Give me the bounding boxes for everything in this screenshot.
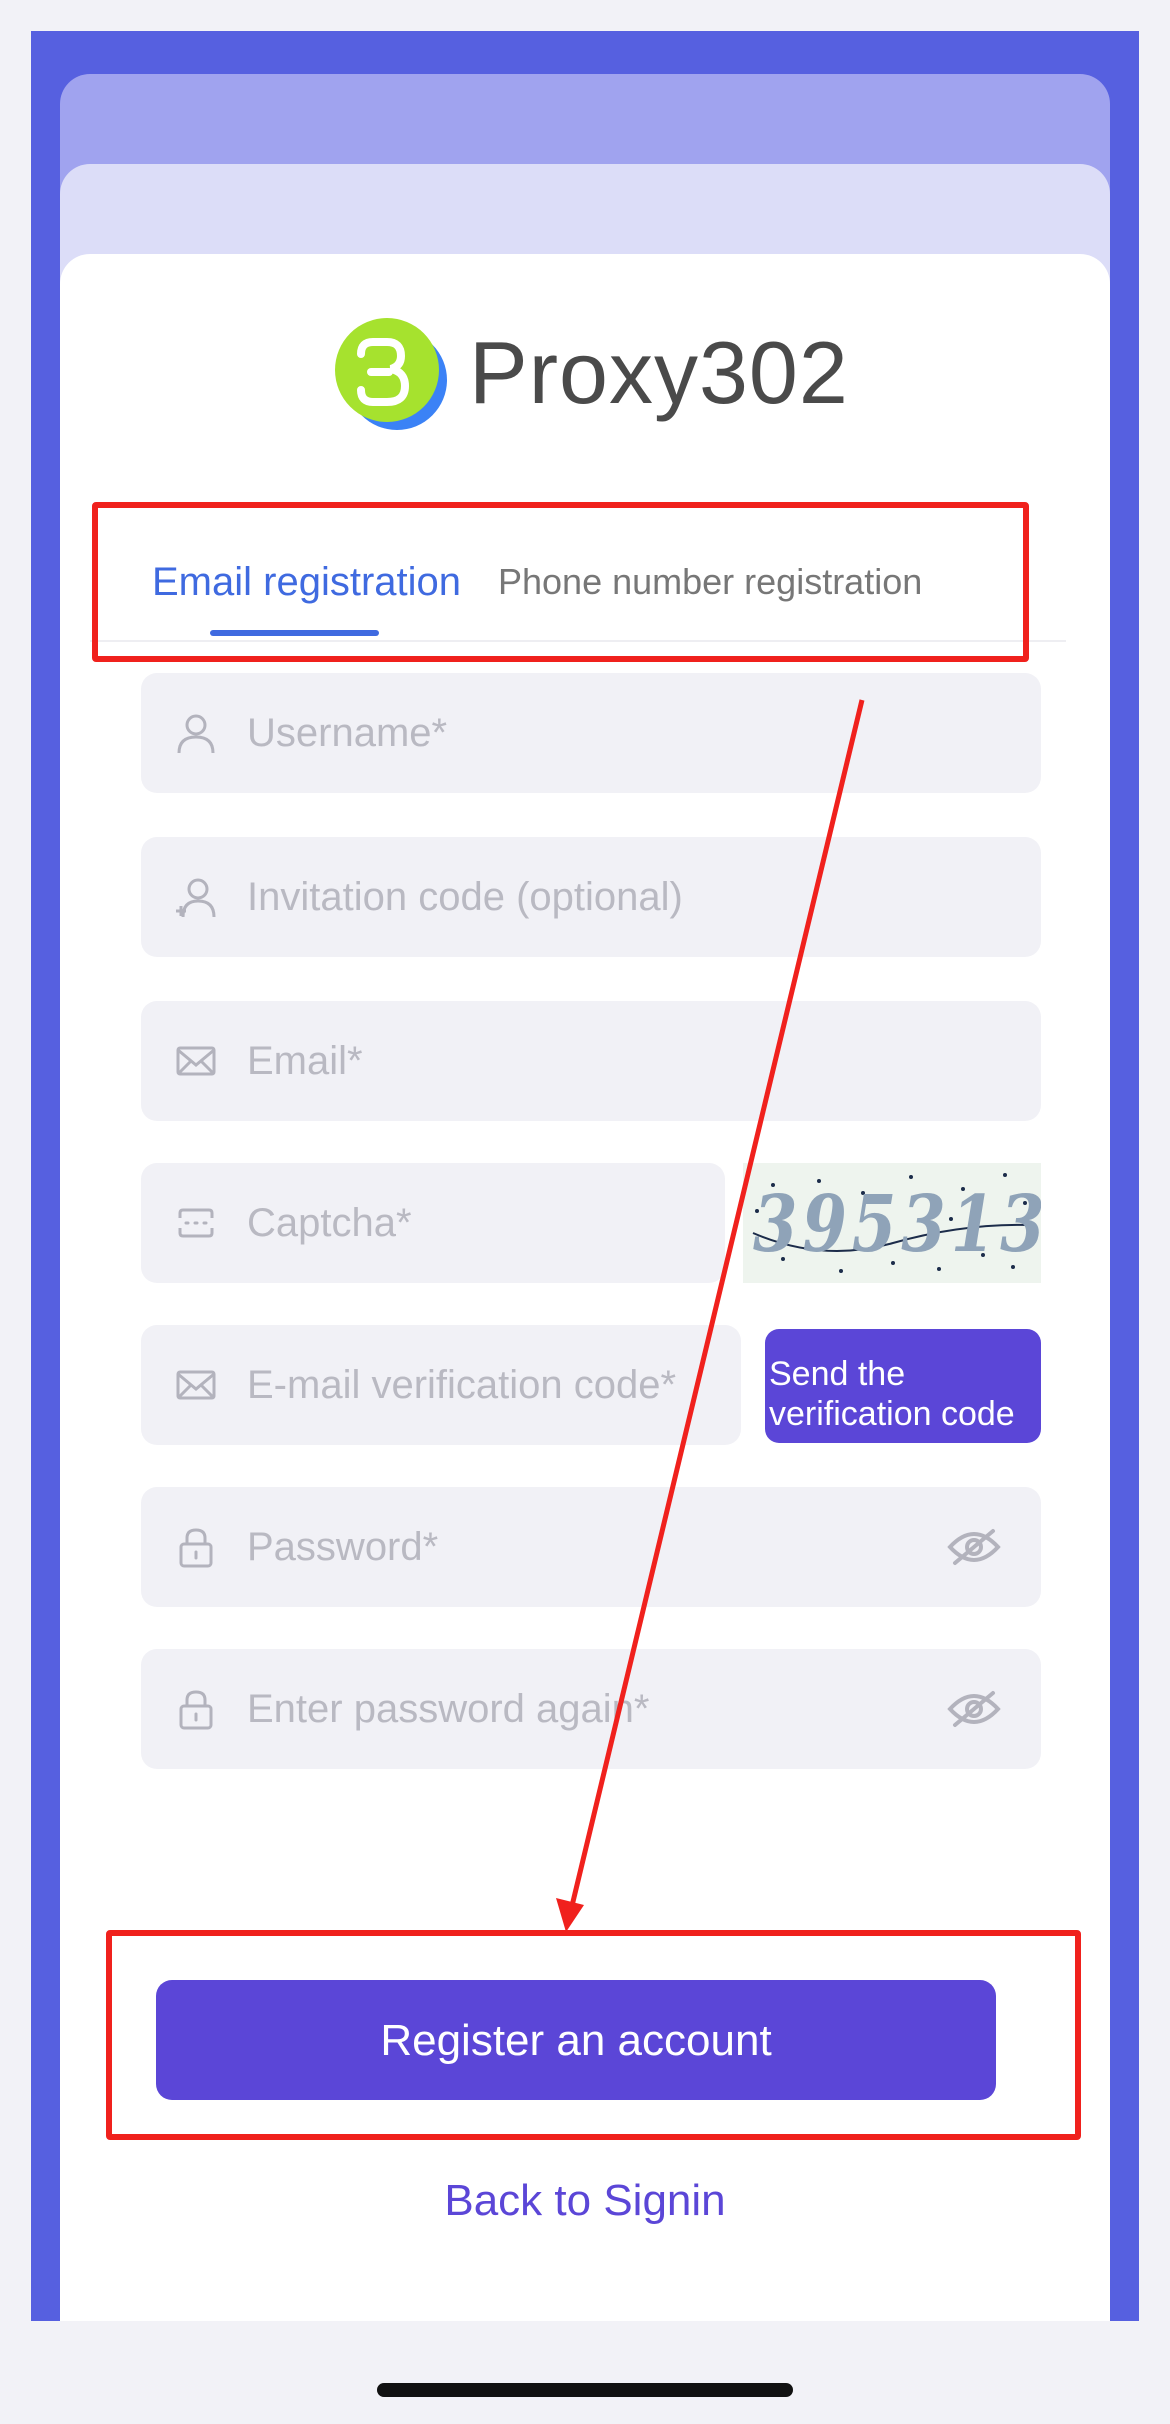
registration-tabs: Email registration Phone number registra… — [90, 500, 1066, 642]
captcha-text: 395313 — [753, 1179, 1041, 1270]
active-tab-indicator — [210, 630, 379, 636]
email-code-field-container — [141, 1325, 741, 1445]
eye-off-icon[interactable] — [947, 1527, 1001, 1567]
user-icon — [174, 711, 218, 755]
mail-icon — [174, 1363, 218, 1407]
back-to-signin-link[interactable]: Back to Signin — [0, 2176, 1170, 2226]
home-indicator — [377, 2383, 793, 2397]
tab-phone-registration[interactable]: Phone number registration — [498, 550, 922, 614]
captcha-field-container — [141, 1163, 725, 1283]
lock-icon — [174, 1525, 218, 1569]
send-verification-code-button[interactable]: Send the verification code — [765, 1329, 1041, 1443]
register-account-button[interactable]: Register an account — [156, 1980, 996, 2100]
eye-off-icon[interactable] — [947, 1689, 1001, 1729]
lock-icon — [174, 1687, 218, 1731]
password-field-container — [141, 1487, 1041, 1607]
confirm-password-field-container — [141, 1649, 1041, 1769]
email-verification-code-input[interactable] — [247, 1325, 727, 1445]
username-input[interactable] — [247, 673, 1007, 793]
password-input[interactable] — [247, 1487, 847, 1607]
mail-icon — [174, 1039, 218, 1083]
captcha-image[interactable]: 395313 — [743, 1163, 1041, 1283]
email-field-container — [141, 1001, 1041, 1121]
email-input[interactable] — [247, 1001, 1007, 1121]
captcha-icon — [174, 1201, 218, 1245]
username-field-container — [141, 673, 1041, 793]
proxy302-logo-icon — [335, 318, 447, 430]
confirm-password-input[interactable] — [247, 1649, 847, 1769]
user-add-icon — [174, 875, 218, 919]
captcha-input[interactable] — [247, 1163, 707, 1283]
tab-email-registration[interactable]: Email registration — [152, 550, 461, 614]
invitation-field-container — [141, 837, 1041, 957]
invitation-code-input[interactable] — [247, 837, 1007, 957]
brand-logo: Proxy302 — [331, 314, 849, 432]
brand-name: Proxy302 — [469, 323, 849, 422]
